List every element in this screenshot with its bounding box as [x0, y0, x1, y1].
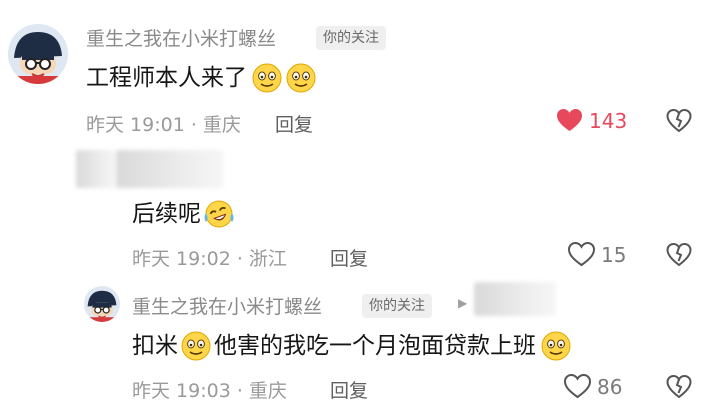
dislike-button[interactable] — [666, 242, 692, 268]
comment-text: 扣米 他害的我吃一个月泡面贷款上班 — [132, 330, 572, 362]
comment-text: 工程师本人来了 — [86, 62, 317, 94]
blurred-reply-target — [474, 282, 556, 316]
like-button[interactable]: 15 — [568, 242, 626, 267]
comment-text-part2: 他害的我吃一个月泡面贷款上班 — [214, 333, 536, 359]
laughing-crying-emoji-icon — [203, 198, 235, 230]
avatar[interactable] — [8, 24, 68, 84]
follow-badge: 你的关注 — [362, 294, 432, 318]
reply-button[interactable]: 回复 — [275, 110, 313, 137]
comment-text-body: 工程师本人来了 — [86, 65, 247, 91]
blurred-username — [116, 150, 224, 188]
broken-heart-icon — [666, 242, 692, 267]
heart-icon — [557, 109, 582, 131]
dislike-button[interactable] — [666, 108, 692, 134]
comment-meta: 昨天 19:03 · 重庆 — [132, 380, 287, 402]
heart-icon — [564, 374, 591, 399]
avatar-image — [84, 286, 120, 322]
comment-username[interactable]: 重生之我在小米打螺丝 — [86, 24, 276, 51]
heart-icon — [568, 242, 595, 267]
comment-meta: 昨天 19:02 · 浙江 — [132, 248, 287, 270]
follow-badge: 你的关注 — [316, 26, 386, 50]
like-count: 143 — [589, 108, 628, 133]
comment-text-body: 后续呢 — [132, 201, 201, 227]
broken-heart-icon — [666, 108, 692, 133]
smile-emoji-icon — [285, 62, 317, 94]
like-count: 86 — [597, 374, 623, 399]
like-button[interactable]: 143 — [556, 108, 627, 133]
avatar[interactable] — [84, 286, 120, 322]
broken-heart-icon — [666, 374, 692, 399]
reply-button[interactable]: 回复 — [330, 376, 368, 403]
like-button[interactable]: 86 — [564, 374, 622, 399]
smile-emoji-icon — [251, 62, 283, 94]
like-count: 15 — [601, 242, 627, 267]
comment-text-part1: 扣米 — [132, 333, 178, 359]
blurred-avatar — [76, 150, 116, 188]
comment-meta: 昨天 19:01 · 重庆 — [86, 114, 241, 136]
reply-arrow-icon: ▶ — [458, 296, 468, 310]
comment-text: 后续呢 — [132, 198, 235, 230]
reply-button[interactable]: 回复 — [330, 244, 368, 271]
comment-username[interactable]: 重生之我在小米打螺丝 — [132, 292, 322, 319]
smile-emoji-icon — [540, 330, 572, 362]
avatar-image — [8, 24, 68, 84]
dislike-button[interactable] — [666, 374, 692, 400]
smile-emoji-icon — [180, 330, 212, 362]
